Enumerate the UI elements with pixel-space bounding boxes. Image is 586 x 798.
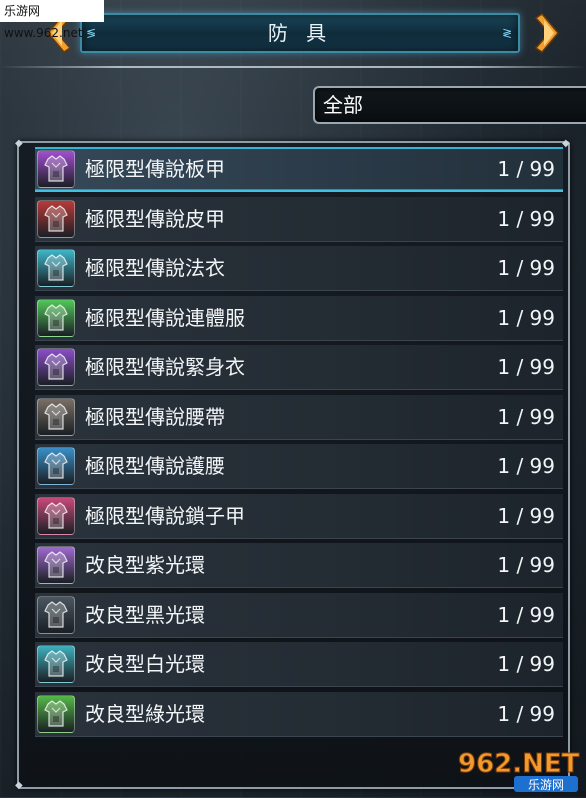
item-name: 極限型傳說鎖子甲 xyxy=(85,503,245,528)
item-name: 極限型傳說腰帶 xyxy=(85,404,225,429)
panel-corner-icon: ◆ xyxy=(15,780,23,791)
chevron-right-icon xyxy=(534,13,559,53)
title-deco-right-icon: ≷ xyxy=(502,26,513,40)
logo-main-text: 962.NET xyxy=(458,749,580,779)
item-quantity: 1 / 99 xyxy=(497,553,555,577)
armor-icon xyxy=(37,496,75,535)
item-name: 極限型傳說緊身衣 xyxy=(85,355,245,379)
list-item[interactable]: 改良型黑光環 1 / 99 xyxy=(35,592,563,638)
armor-icon xyxy=(37,150,75,188)
item-name: 改良型白光環 xyxy=(85,652,205,676)
armor-icon xyxy=(37,298,75,337)
item-quantity: 1 / 99 xyxy=(497,404,555,429)
armor-icon xyxy=(37,645,75,683)
logo-sub-text: 乐游网 xyxy=(528,778,564,792)
armor-icon xyxy=(37,199,75,238)
item-quantity: 1 / 99 xyxy=(497,305,555,330)
item-list: 極限型傳說板甲 1 / 99 極限型傳說皮甲 1 / 99 極限型傳說法衣 1 / 99 極… xyxy=(35,147,563,741)
item-name: 極限型傳說皮甲 xyxy=(85,206,225,231)
item-quantity: 1 / 99 xyxy=(497,602,555,627)
item-quantity: 1 / 99 xyxy=(497,206,555,231)
armor-icon xyxy=(37,694,75,733)
armor-icon xyxy=(37,397,75,436)
watermark-logo: 962.NET 乐游网 xyxy=(450,742,582,794)
item-list-panel: ◆ ◆ ◆ ◆ 極限型傳說板甲1 / 99極限型傳說皮甲1 / 99極限型傳說法… xyxy=(15,138,570,791)
item-name: 極限型傳說連體服 xyxy=(85,305,245,330)
list-item[interactable]: 極限型傳說腰帶 1 / 99 xyxy=(35,394,563,440)
armor-icon xyxy=(37,348,75,386)
list-item[interactable]: 改良型紫光環 1 / 99 xyxy=(35,543,563,588)
item-quantity: 1 / 99 xyxy=(497,652,555,676)
list-item[interactable]: 極限型傳說板甲 1 / 99 xyxy=(35,147,563,192)
962-logo-icon: 962.NET 乐游网 xyxy=(458,749,580,792)
list-item[interactable]: 極限型傳說連體服 1 / 99 xyxy=(35,295,563,341)
armor-icon xyxy=(37,249,75,287)
panel-corner-icon: ◆ xyxy=(15,138,23,149)
list-item[interactable]: 改良型白光環 1 / 99 xyxy=(35,642,563,687)
armor-icon xyxy=(37,546,75,584)
item-quantity: 1 / 99 xyxy=(497,503,555,528)
panel-corner-icon: ◆ xyxy=(562,138,570,149)
list-item[interactable]: 極限型傳說法衣 1 / 99 xyxy=(35,246,563,291)
category-filter-dropdown[interactable]: 全部 xyxy=(313,86,586,124)
item-name: 改良型紫光環 xyxy=(85,553,205,577)
list-item[interactable]: 極限型傳說護腰 1 / 99 xyxy=(35,444,563,489)
armor-icon xyxy=(37,447,75,485)
item-quantity: 1 / 99 xyxy=(497,701,555,726)
item-name: 極限型傳說板甲 xyxy=(85,157,225,181)
item-quantity: 1 / 99 xyxy=(497,256,555,280)
list-item[interactable]: 極限型傳說皮甲 1 / 99 xyxy=(35,196,563,242)
item-name: 極限型傳說護腰 xyxy=(85,454,225,478)
item-name: 改良型黑光環 xyxy=(85,602,205,627)
list-item[interactable]: 改良型綠光環 1 / 99 xyxy=(35,691,563,737)
item-quantity: 1 / 99 xyxy=(497,355,555,379)
title-bar: ≶ 防 具 ≷ xyxy=(80,13,520,53)
header-divider xyxy=(0,66,586,68)
armor-icon xyxy=(37,595,75,634)
item-name: 極限型傳說法衣 xyxy=(85,256,225,280)
item-quantity: 1 / 99 xyxy=(497,157,555,181)
watermark-top: 乐游网 www.962.net xyxy=(0,0,104,40)
item-quantity: 1 / 99 xyxy=(497,454,555,478)
list-item[interactable]: 極限型傳說緊身衣 1 / 99 xyxy=(35,345,563,390)
list-item[interactable]: 極限型傳說鎖子甲 1 / 99 xyxy=(35,493,563,539)
page-title: 防 具 xyxy=(267,21,333,45)
next-category-button[interactable] xyxy=(530,10,564,56)
item-name: 改良型綠光環 xyxy=(85,701,205,726)
